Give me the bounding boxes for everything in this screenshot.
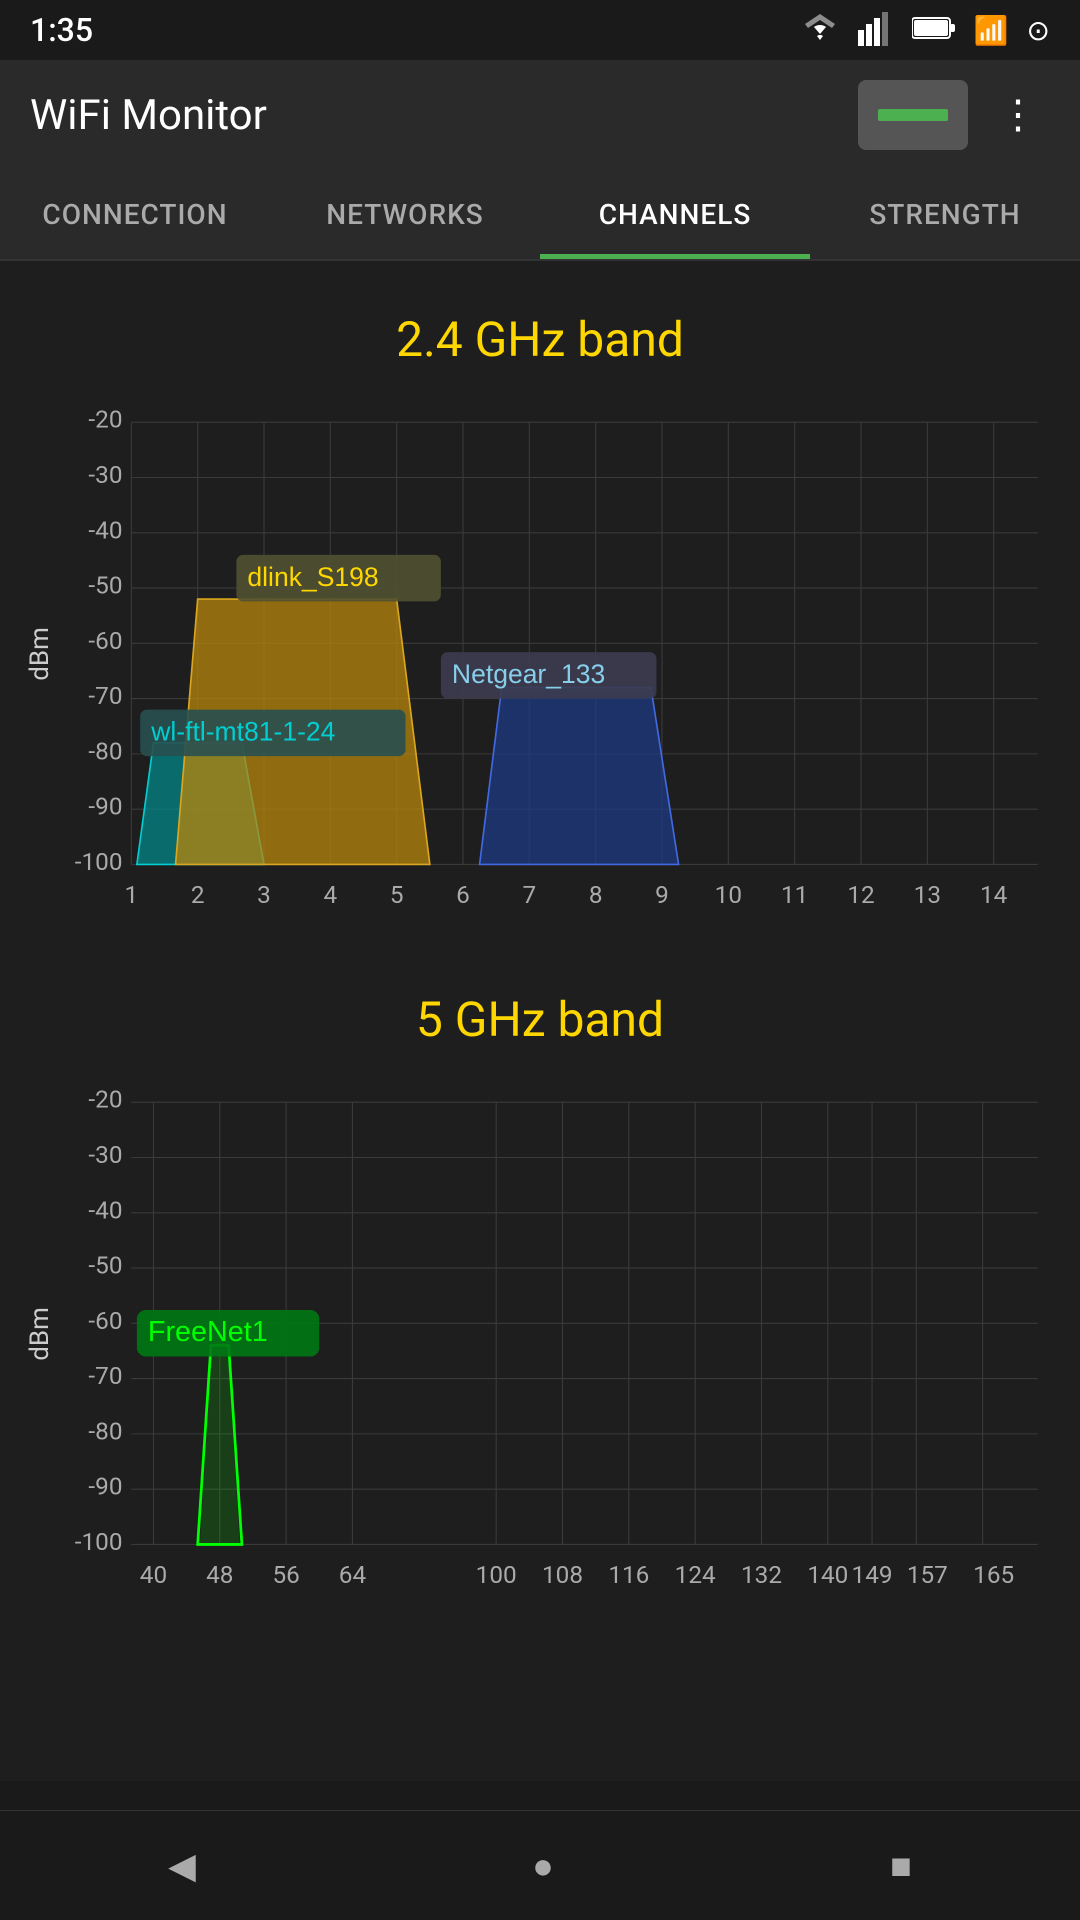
app-bar: WiFi Monitor ⋮ xyxy=(0,60,1080,170)
svg-text:-90: -90 xyxy=(88,1471,122,1500)
svg-text:-80: -80 xyxy=(88,736,122,765)
home-button[interactable]: ● xyxy=(492,1830,594,1902)
band-5-title: 5 GHz band xyxy=(20,971,1060,1058)
tab-channels[interactable]: CHANNELS xyxy=(540,170,810,259)
svg-text:40: 40 xyxy=(140,1560,167,1589)
svg-text:-40: -40 xyxy=(88,1195,122,1224)
band-24-chart-wrapper: dBm -20 -30 -40 -50 xyxy=(20,378,1060,931)
svg-text:-40: -40 xyxy=(88,515,122,544)
svg-text:116: 116 xyxy=(608,1560,649,1589)
display-icon xyxy=(878,109,948,121)
signal-icon xyxy=(858,10,894,50)
svg-text:100: 100 xyxy=(476,1560,517,1589)
tabs: CONNECTION NETWORKS CHANNELS STRENGTH xyxy=(0,170,1080,261)
svg-text:4: 4 xyxy=(324,880,338,909)
band-5-chart-wrapper: dBm -20 -30 -40 -50 xyxy=(20,1058,1060,1611)
app-icon-2: ⊙ xyxy=(1027,14,1050,47)
svg-text:-70: -70 xyxy=(88,1361,122,1390)
status-bar: 1:35 📶 xyxy=(0,0,1080,60)
svg-text:14: 14 xyxy=(980,880,1008,909)
tab-connection[interactable]: CONNECTION xyxy=(0,170,270,259)
svg-text:2: 2 xyxy=(191,880,205,909)
svg-text:157: 157 xyxy=(907,1560,948,1589)
svg-text:124: 124 xyxy=(675,1560,716,1589)
svg-text:140: 140 xyxy=(807,1560,848,1589)
bottom-nav: ◀ ● ■ xyxy=(0,1810,1080,1920)
band-24-y-label: dBm xyxy=(20,378,60,931)
band-5-svg: -20 -30 -40 -50 -60 -70 -80 -90 -100 xyxy=(65,1058,1060,1611)
more-options-button[interactable]: ⋮ xyxy=(988,82,1050,148)
svg-text:Netgear_133: Netgear_133 xyxy=(452,659,605,689)
wifi-icon xyxy=(800,12,840,48)
svg-text:-70: -70 xyxy=(88,681,122,710)
status-icons: 📶 ⊙ xyxy=(800,10,1050,50)
recent-button[interactable]: ■ xyxy=(850,1830,952,1902)
app-title: WiFi Monitor xyxy=(30,91,267,140)
band-24-section: 2.4 GHz band dBm -20 -30 xyxy=(0,281,1080,961)
svg-text:-80: -80 xyxy=(88,1416,122,1445)
band-24-svg: -20 -30 -40 -50 -60 -70 -80 -90 -100 xyxy=(65,378,1060,931)
svg-text:165: 165 xyxy=(973,1560,1014,1589)
status-time: 1:35 xyxy=(30,11,93,49)
band-24-title: 2.4 GHz band xyxy=(20,291,1060,378)
svg-text:5: 5 xyxy=(390,880,404,909)
app-bar-actions: ⋮ xyxy=(858,80,1050,150)
svg-text:9: 9 xyxy=(655,880,669,909)
tab-networks[interactable]: NETWORKS xyxy=(270,170,540,259)
svg-text:wl-ftl-mt81-1-24: wl-ftl-mt81-1-24 xyxy=(150,717,335,747)
svg-text:-60: -60 xyxy=(88,1306,122,1335)
svg-text:-90: -90 xyxy=(88,792,122,821)
svg-text:149: 149 xyxy=(852,1560,893,1589)
svg-text:dlink_S198: dlink_S198 xyxy=(247,562,378,592)
svg-text:-30: -30 xyxy=(88,1140,122,1169)
back-button[interactable]: ◀ xyxy=(128,1830,236,1902)
svg-text:12: 12 xyxy=(847,880,874,909)
svg-text:1: 1 xyxy=(125,880,139,909)
svg-text:10: 10 xyxy=(715,880,742,909)
svg-text:64: 64 xyxy=(339,1560,367,1589)
svg-text:-50: -50 xyxy=(88,571,122,600)
battery-icon xyxy=(912,14,956,46)
svg-text:48: 48 xyxy=(206,1560,233,1589)
svg-text:-20: -20 xyxy=(88,405,122,434)
tab-strength[interactable]: STRENGTH xyxy=(810,170,1080,259)
svg-text:-50: -50 xyxy=(88,1250,122,1279)
band-5-section: 5 GHz band dBm -20 -30 xyxy=(0,961,1080,1641)
svg-text:7: 7 xyxy=(522,880,536,909)
svg-text:-20: -20 xyxy=(88,1085,122,1114)
app-icon-1: 📶 xyxy=(974,14,1009,47)
band-5-chart-area: -20 -30 -40 -50 -60 -70 -80 -90 -100 xyxy=(65,1058,1060,1611)
svg-text:13: 13 xyxy=(914,880,941,909)
svg-text:6: 6 xyxy=(456,880,470,909)
svg-text:108: 108 xyxy=(542,1560,583,1589)
charts-container: 2.4 GHz band dBm -20 -30 xyxy=(0,261,1080,1781)
band-5-y-label: dBm xyxy=(20,1058,60,1611)
svg-text:132: 132 xyxy=(741,1560,782,1589)
svg-text:-30: -30 xyxy=(88,460,122,489)
svg-text:56: 56 xyxy=(272,1560,299,1589)
svg-text:3: 3 xyxy=(257,880,271,909)
svg-text:-60: -60 xyxy=(88,626,122,655)
band-24-chart-area: -20 -30 -40 -50 -60 -70 -80 -90 -100 xyxy=(65,378,1060,931)
svg-text:8: 8 xyxy=(589,880,603,909)
display-button[interactable] xyxy=(858,80,968,150)
svg-text:-100: -100 xyxy=(75,847,123,876)
svg-text:11: 11 xyxy=(781,880,808,909)
svg-text:-100: -100 xyxy=(75,1527,123,1556)
svg-text:FreeNet1: FreeNet1 xyxy=(148,1316,268,1348)
